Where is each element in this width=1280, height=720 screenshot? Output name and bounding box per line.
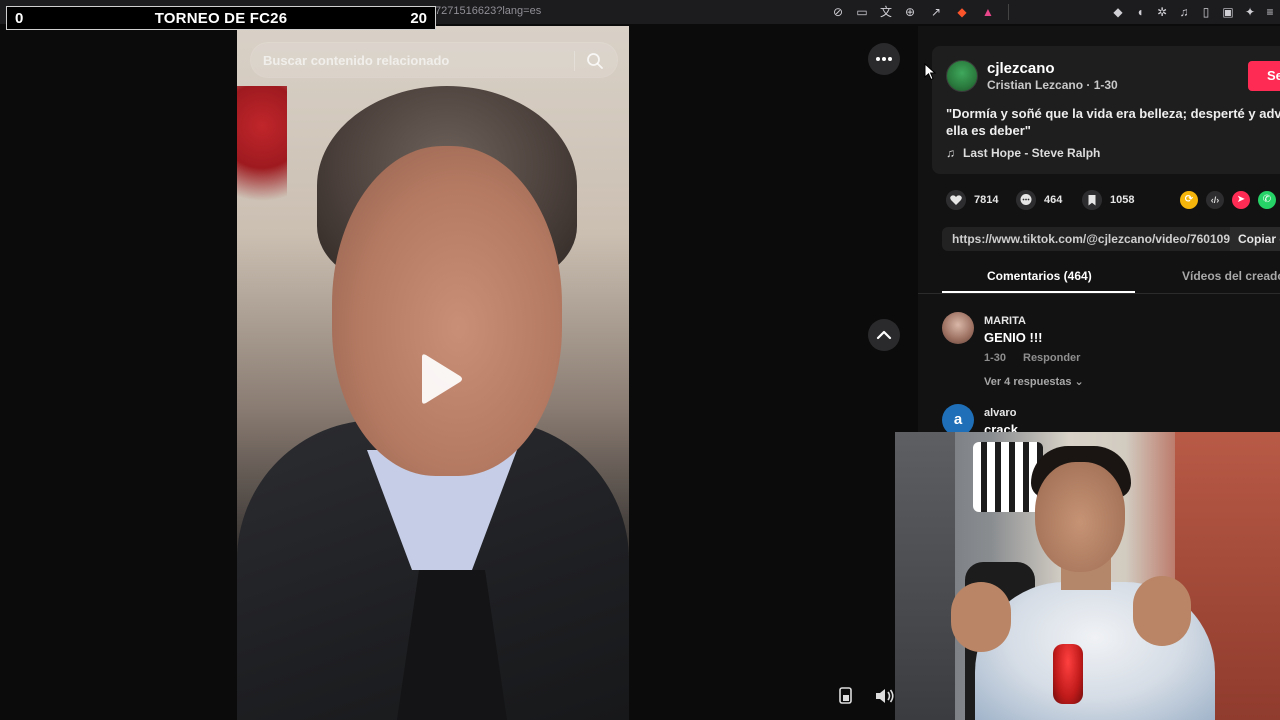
cam-head bbox=[1035, 462, 1125, 572]
more-options-button[interactable] bbox=[868, 43, 900, 75]
save-count: 1058 bbox=[1110, 194, 1135, 206]
comment-count: 464 bbox=[1044, 194, 1063, 206]
microphone bbox=[1053, 644, 1083, 704]
brave-shield-icon[interactable]: ◆ bbox=[954, 4, 970, 20]
related-search-bar[interactable]: Buscar contenido relacionado bbox=[250, 42, 618, 78]
comment-date: 1-30 bbox=[984, 352, 1007, 364]
stream-scoreboard: 0 TORNEO DE FC26 20 bbox=[6, 6, 436, 30]
extensions-puzzle-icon[interactable]: ✲ bbox=[1154, 4, 1170, 20]
tab-comments[interactable]: Comentarios (464) bbox=[987, 269, 1092, 283]
reply-button[interactable]: Responder bbox=[1023, 352, 1080, 364]
description-line-1: "Dormía y soñé que la vida era belleza; … bbox=[946, 106, 1280, 121]
toolbar-divider bbox=[1008, 4, 1009, 20]
webcam-overlay bbox=[895, 432, 1280, 720]
cam-shelf bbox=[895, 432, 955, 720]
view-replies-button[interactable]: Ver 4 respuestas ⌄ bbox=[984, 375, 1084, 388]
tabs-divider bbox=[918, 293, 1280, 294]
background-flowers bbox=[237, 86, 287, 216]
avatar[interactable] bbox=[946, 60, 978, 92]
play-icon[interactable] bbox=[416, 352, 464, 406]
previous-video-button[interactable] bbox=[868, 319, 900, 351]
reader-off-icon[interactable]: ⊘ bbox=[830, 4, 846, 20]
comment-text: GENIO !!! bbox=[984, 330, 1043, 345]
music-note-icon: ♫ bbox=[946, 146, 955, 160]
extension-chat-icon[interactable]: ◖ bbox=[1132, 4, 1148, 20]
avatar[interactable] bbox=[942, 312, 974, 344]
search-divider bbox=[574, 51, 575, 71]
extension-diamond-icon[interactable]: ◆ bbox=[1110, 4, 1126, 20]
cam-left-hand bbox=[951, 582, 1011, 652]
tab-creator-videos[interactable]: Vídeos del creador bbox=[1182, 269, 1280, 283]
translate-icon[interactable]: 文 bbox=[878, 4, 894, 20]
leo-ai-icon[interactable]: ✦ bbox=[1242, 4, 1258, 20]
whatsapp-icon[interactable]: ✆ bbox=[1258, 191, 1276, 209]
like-count: 7814 bbox=[974, 194, 999, 206]
creator-username[interactable]: cjlezcano bbox=[987, 60, 1055, 77]
view-replies-label: Ver 4 respuestas bbox=[984, 376, 1072, 388]
bookmark-icon bbox=[1082, 190, 1102, 210]
video-link-field[interactable]: https://www.tiktok.com/@cjlezcano/video/… bbox=[942, 227, 1230, 251]
comment-author[interactable]: MARITA bbox=[984, 315, 1026, 327]
send-icon[interactable]: ➤ bbox=[1232, 191, 1250, 209]
brave-rewards-icon[interactable]: ▲ bbox=[980, 4, 996, 20]
music-icon[interactable]: ♫ bbox=[1176, 4, 1192, 20]
description-line-2: ella es deber" bbox=[946, 123, 1031, 138]
video-description: "Dormía y soñé que la vida era belleza; … bbox=[946, 105, 1280, 139]
repost-icon[interactable]: ⟳ bbox=[1180, 191, 1198, 209]
scoreboard-right-score: 20 bbox=[410, 10, 427, 27]
follow-button[interactable]: Se bbox=[1248, 61, 1280, 91]
comment-author[interactable]: alvaro bbox=[984, 407, 1016, 419]
cast-icon[interactable]: ▭ bbox=[854, 4, 870, 20]
video-face bbox=[332, 146, 562, 476]
volume-icon[interactable] bbox=[872, 684, 896, 708]
picture-in-picture-icon[interactable] bbox=[834, 684, 858, 708]
cam-right-hand bbox=[1133, 576, 1191, 646]
scoreboard-title: TORNEO DE FC26 bbox=[154, 10, 288, 27]
chevron-down-icon: ⌄ bbox=[1074, 376, 1084, 388]
music-title: Last Hope - Steve Ralph bbox=[963, 146, 1101, 160]
more-icon bbox=[876, 57, 892, 61]
zoom-icon[interactable]: ⊕ bbox=[902, 4, 918, 20]
creator-subtitle: Cristian Lezcano · 1-30 bbox=[987, 78, 1118, 92]
sidebar-icon[interactable]: ▯ bbox=[1198, 4, 1214, 20]
search-icon[interactable] bbox=[585, 51, 605, 71]
heart-icon bbox=[946, 190, 966, 210]
menu-icon[interactable]: ≡ bbox=[1262, 4, 1278, 20]
share-page-icon[interactable]: ↗ bbox=[928, 4, 944, 20]
search-placeholder: Buscar contenido relacionado bbox=[263, 53, 450, 68]
music-link[interactable]: ♫ Last Hope - Steve Ralph bbox=[946, 146, 1100, 160]
embed-icon[interactable]: ‹/› bbox=[1206, 191, 1224, 209]
mouse-cursor-icon bbox=[924, 63, 936, 81]
wallet-icon[interactable]: ▣ bbox=[1220, 4, 1236, 20]
copy-link-button[interactable]: Copiar e bbox=[1230, 227, 1280, 251]
comment-icon bbox=[1016, 190, 1036, 210]
chevron-up-icon bbox=[876, 330, 892, 340]
